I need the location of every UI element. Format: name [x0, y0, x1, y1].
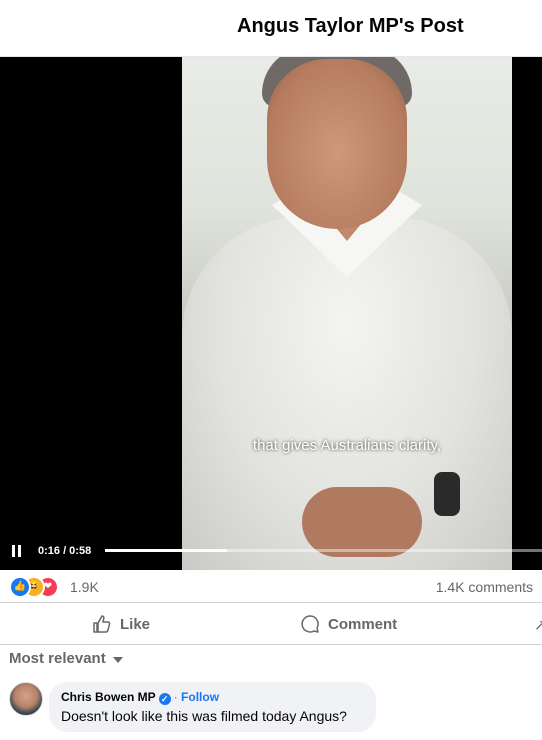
separator-dot: ·: [173, 690, 178, 704]
share-icon[interactable]: ↗: [534, 616, 542, 634]
video-subject-watch: [434, 472, 460, 516]
comment-text: Doesn't look like this was filmed today …: [61, 708, 347, 724]
video-caption: that gives Australians clarity,: [252, 437, 442, 454]
comment-icon: [301, 615, 319, 633]
comment-bubble: Chris Bowen MP ✓ · Follow Doesn't look lik…: [49, 682, 376, 732]
comment-filter-dropdown[interactable]: Most relevant: [9, 650, 123, 667]
post-actions: Like Comment ↗: [0, 604, 542, 645]
post-stats: 👍 😆 ❤ 1.9K 1.4K comments: [0, 572, 542, 603]
comment-label: Comment: [328, 615, 398, 633]
video-progress-fill: [105, 549, 228, 552]
reaction-icons[interactable]: 👍 😆 ❤: [9, 576, 69, 598]
avatar[interactable]: [9, 682, 43, 716]
like-button[interactable]: Like: [92, 612, 150, 636]
comment-item: Chris Bowen MP ✓ · Follow Doesn't look lik…: [9, 682, 529, 738]
like-label: Like: [120, 615, 151, 633]
video-progress-bar[interactable]: [105, 549, 542, 552]
video-time: 0:16 / 0:58: [38, 545, 92, 557]
caret-down-icon: [112, 656, 123, 663]
comment-author[interactable]: Chris Bowen MP: [61, 690, 156, 704]
comment-filter-label: Most relevant: [9, 650, 106, 667]
thumbs-up-icon: [93, 615, 111, 633]
video-subject-head: [267, 59, 407, 229]
like-icon: 👍: [9, 576, 31, 598]
comment-count[interactable]: 1.4K comments: [436, 579, 533, 595]
verified-badge-icon: ✓: [158, 693, 171, 705]
pause-icon[interactable]: [12, 545, 24, 559]
post-title: Angus Taylor MP's Post: [237, 15, 464, 37]
video-controls: 0:16 / 0:58: [0, 540, 542, 570]
comment-author-line: Chris Bowen MP ✓ · Follow: [61, 690, 219, 705]
follow-button[interactable]: Follow: [181, 690, 219, 704]
reaction-count[interactable]: 1.9K: [70, 579, 99, 595]
video-frame[interactable]: that gives Australians clarity,: [182, 57, 512, 570]
post-header: Angus Taylor MP's Post: [0, 0, 542, 57]
video-player[interactable]: that gives Australians clarity, 0:16 / 0…: [0, 57, 542, 570]
comment-button[interactable]: Comment: [300, 612, 397, 636]
